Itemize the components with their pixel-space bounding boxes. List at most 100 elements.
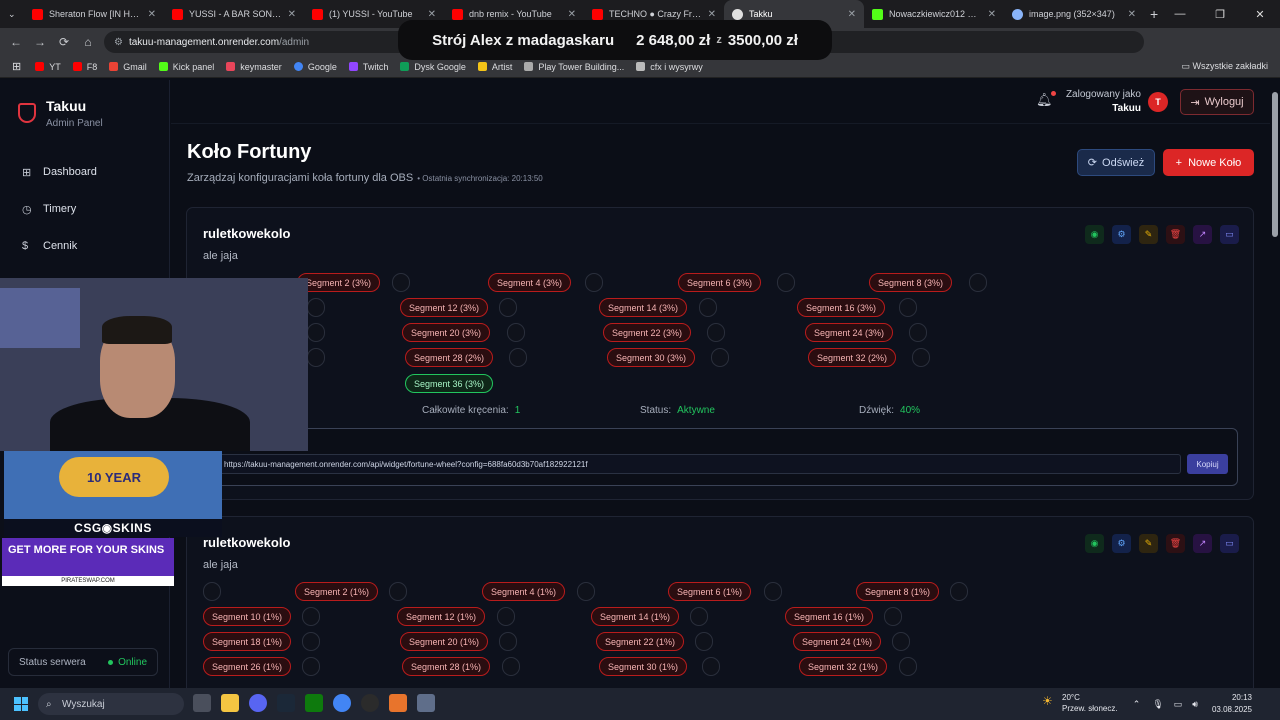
- browser-tab-1[interactable]: Sheraton Flow [IN HAJS W✕: [24, 0, 164, 28]
- segment-chip-faded[interactable]: [690, 607, 708, 626]
- segment-chip-faded[interactable]: [302, 632, 320, 651]
- segment-chip[interactable]: Segment 2 (1%): [295, 582, 379, 601]
- windows-start-icon[interactable]: [14, 697, 28, 711]
- segment-chip-faded[interactable]: [507, 323, 525, 342]
- segment-chip[interactable]: Segment 28 (2%): [405, 348, 494, 367]
- segment-chip-faded[interactable]: [764, 582, 782, 601]
- gear-icon[interactable]: ⚙: [1112, 225, 1131, 244]
- new-wheel-button[interactable]: + Nowe Koło: [1163, 149, 1254, 176]
- segment-chip-faded[interactable]: [392, 273, 410, 292]
- site-info-icon[interactable]: ⚙: [114, 37, 123, 48]
- home-icon[interactable]: ⌂: [76, 35, 100, 49]
- weather-widget[interactable]: ☀ 20°C Przew. słonecz.: [1042, 692, 1118, 714]
- segment-chip[interactable]: Segment 32 (2%): [808, 348, 897, 367]
- segment-chip-faded[interactable]: [912, 348, 930, 367]
- edit-icon[interactable]: ✎: [1139, 225, 1158, 244]
- xbox-icon[interactable]: [305, 694, 323, 712]
- segment-chip[interactable]: Segment 12 (3%): [400, 298, 489, 317]
- close-icon[interactable]: ✕: [988, 9, 996, 20]
- segment-chip-faded[interactable]: [884, 607, 902, 626]
- segment-chip-faded[interactable]: [702, 657, 720, 676]
- task-view-icon[interactable]: [193, 694, 211, 712]
- segment-chip-faded[interactable]: [497, 607, 515, 626]
- all-bookmarks[interactable]: ▭ Wszystkie zakładki: [1181, 61, 1268, 72]
- bookmark-gmail[interactable]: Gmail: [109, 62, 147, 72]
- segment-chip-faded[interactable]: [502, 657, 520, 676]
- segment-chip[interactable]: Segment 8 (1%): [856, 582, 940, 601]
- segment-chip[interactable]: Segment 14 (1%): [591, 607, 680, 626]
- brand-logo[interactable]: Takuu Admin Panel: [18, 98, 103, 129]
- segment-chip[interactable]: Segment 16 (3%): [797, 298, 886, 317]
- segment-chip-faded[interactable]: [577, 582, 595, 601]
- segment-chip-faded[interactable]: [302, 657, 320, 676]
- clock[interactable]: 20:13 03.08.2025: [1212, 692, 1252, 716]
- segment-chip-faded[interactable]: [499, 298, 517, 317]
- segment-chip-faded[interactable]: [892, 632, 910, 651]
- reload-icon[interactable]: ⟳: [52, 35, 76, 49]
- eye-icon[interactable]: ◉: [1085, 534, 1104, 553]
- close-window-icon[interactable]: ✕: [1240, 8, 1280, 21]
- segment-chip-faded[interactable]: [509, 348, 527, 367]
- close-icon[interactable]: ✕: [848, 9, 856, 20]
- segment-chip[interactable]: Segment 32 (1%): [799, 657, 888, 676]
- external-link-icon[interactable]: ↗: [1193, 225, 1212, 244]
- close-icon[interactable]: ✕: [148, 9, 156, 20]
- segment-chip-faded[interactable]: [899, 657, 917, 676]
- segment-chip[interactable]: Segment 30 (3%): [607, 348, 696, 367]
- browser-tab-8[interactable]: image.png (352×347) ✕: [1004, 0, 1144, 28]
- segment-chip-faded[interactable]: [203, 582, 221, 601]
- segment-chip[interactable]: Segment 18 (1%): [203, 632, 292, 651]
- segment-chip[interactable]: Segment 22 (1%): [596, 632, 685, 651]
- segment-chip-faded[interactable]: [707, 323, 725, 342]
- bookmark-keymaster[interactable]: keymaster: [226, 62, 282, 72]
- close-icon[interactable]: ✕: [428, 9, 436, 20]
- minimize-icon[interactable]: —: [1160, 8, 1200, 20]
- back-arrow-icon[interactable]: ←: [4, 35, 28, 49]
- external-link-icon[interactable]: ↗: [1193, 534, 1212, 553]
- segment-chip-faded[interactable]: [499, 632, 517, 651]
- sidebar-item-pricing[interactable]: $ Cennik: [0, 231, 170, 261]
- segment-chip-faded[interactable]: [695, 632, 713, 651]
- segment-chip-faded[interactable]: [711, 348, 729, 367]
- segment-chip-faded[interactable]: [699, 298, 717, 317]
- segment-chip[interactable]: Segment 20 (1%): [400, 632, 489, 651]
- segment-chip[interactable]: Segment 6 (1%): [668, 582, 752, 601]
- apps-grid-icon[interactable]: ⊞: [12, 60, 21, 73]
- tab-search-button[interactable]: ⌄: [0, 0, 24, 28]
- trash-icon[interactable]: 🗑︎: [1166, 225, 1185, 244]
- segment-chip[interactable]: Segment 30 (1%): [599, 657, 688, 676]
- chevron-up-icon[interactable]: ⌃: [1133, 699, 1141, 710]
- bookmark-f8[interactable]: F8: [72, 62, 97, 72]
- page-scrollbar[interactable]: [1270, 80, 1280, 688]
- segment-chip-faded[interactable]: [307, 348, 325, 367]
- segment-chip-faded[interactable]: [389, 582, 407, 601]
- forward-arrow-icon[interactable]: →: [28, 35, 52, 49]
- segment-chip-faded[interactable]: [969, 273, 987, 292]
- segment-chip-winning[interactable]: Segment 36 (3%): [405, 374, 494, 393]
- segment-chip[interactable]: Segment 22 (3%): [603, 323, 692, 342]
- close-icon[interactable]: ✕: [288, 9, 296, 20]
- segment-chip[interactable]: Segment 10 (1%): [203, 607, 292, 626]
- segment-chip-faded[interactable]: [899, 298, 917, 317]
- monitor-icon[interactable]: ▭: [1220, 225, 1239, 244]
- gear-icon[interactable]: ⚙: [1112, 534, 1131, 553]
- file-explorer-icon[interactable]: [221, 694, 239, 712]
- segment-chip-faded[interactable]: [777, 273, 795, 292]
- browser-tab-2[interactable]: YUSSI - A BAR SONG (TIP✕: [164, 0, 304, 28]
- close-icon[interactable]: ✕: [1128, 9, 1136, 20]
- segment-chip[interactable]: Segment 4 (1%): [482, 582, 566, 601]
- taskbar-search[interactable]: ⌕ Wyszukaj: [38, 693, 184, 715]
- edit-icon[interactable]: ✎: [1139, 534, 1158, 553]
- sidebar-item-dashboard[interactable]: ⊞ Dashboard: [0, 157, 170, 187]
- segment-chip-faded[interactable]: [307, 298, 325, 317]
- chrome-icon[interactable]: [333, 694, 351, 712]
- microphone-icon[interactable]: 🎙︎: [1152, 699, 1163, 710]
- sidebar-item-timers[interactable]: ◷ Timery: [0, 194, 170, 224]
- scrollbar-thumb[interactable]: [1272, 92, 1278, 237]
- segment-chip[interactable]: Segment 8 (3%): [869, 273, 953, 292]
- widget-url-input[interactable]: https://takuu-management.onrender.com/ap…: [217, 454, 1181, 474]
- refresh-button[interactable]: ⟳ Odśwież: [1077, 149, 1155, 176]
- vlc-icon[interactable]: [389, 694, 407, 712]
- segment-chip[interactable]: Segment 28 (1%): [402, 657, 491, 676]
- segment-chip[interactable]: Segment 24 (1%): [793, 632, 882, 651]
